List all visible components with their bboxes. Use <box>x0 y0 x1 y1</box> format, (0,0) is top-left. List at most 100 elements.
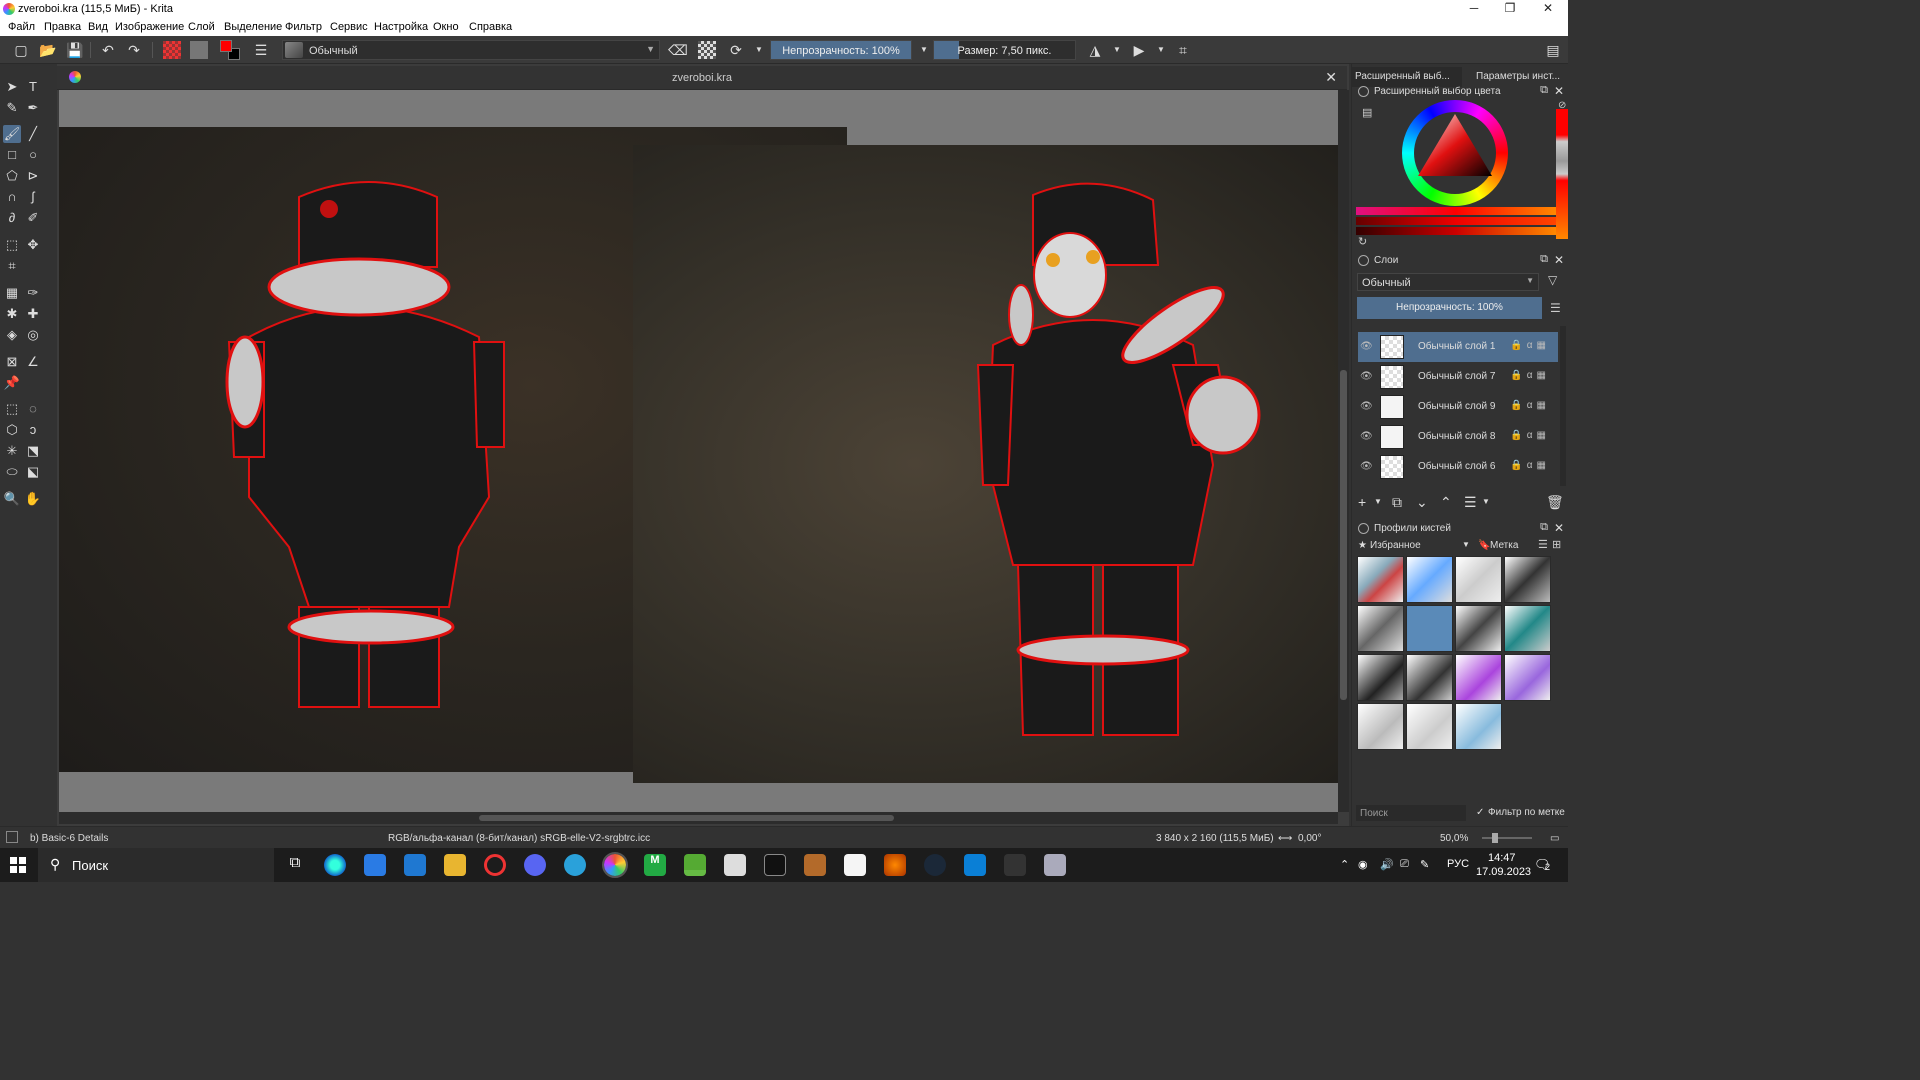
hue-ring[interactable] <box>1402 100 1508 206</box>
volume-icon[interactable]: 🔊 <box>1380 858 1394 871</box>
steam-icon[interactable] <box>924 854 946 876</box>
blend-mode-combo[interactable]: Обычный ▼ <box>282 40 660 60</box>
eye-icon[interactable]: 👁 <box>1360 431 1373 443</box>
minecraft-icon[interactable] <box>684 854 706 876</box>
measure-tool-icon[interactable]: ∠ <box>24 353 42 371</box>
explorer-icon[interactable] <box>444 854 466 876</box>
network-app-icon[interactable] <box>964 854 986 876</box>
similar-select-icon[interactable]: ⬔ <box>24 442 42 460</box>
menu-select[interactable]: Выделение <box>224 21 282 33</box>
workspace-icon[interactable]: ▤ <box>1544 41 1562 59</box>
preserve-alpha-icon[interactable] <box>698 41 716 59</box>
chevron-down-icon[interactable]: ▼ <box>1482 497 1490 506</box>
contiguous-select-icon[interactable]: ✳ <box>3 442 21 460</box>
brush-preset-smudge-2[interactable] <box>1504 654 1551 701</box>
brush-preset-ink[interactable] <box>1504 556 1551 603</box>
fg-bg-color-swatch[interactable] <box>220 40 240 60</box>
color-strip-3[interactable] <box>1356 227 1556 235</box>
polygon-select-icon[interactable]: ⬡ <box>3 421 21 439</box>
mirror-horizontal-icon[interactable]: ◮ <box>1086 41 1104 59</box>
move-layer-up-icon[interactable]: ⌃ <box>1440 494 1452 511</box>
reload-preset-icon[interactable]: ⟳ <box>727 41 745 59</box>
add-layer-icon[interactable]: + <box>1358 494 1366 510</box>
assistant-tool-icon[interactable]: ⊠ <box>3 353 21 371</box>
text-tool-icon[interactable]: T <box>24 78 42 96</box>
krita-taskbar-icon[interactable] <box>602 852 628 878</box>
close-docker-icon[interactable]: ✕ <box>1554 521 1564 535</box>
tag-button[interactable]: 🔖 Метка <box>1478 538 1530 554</box>
maximize-button[interactable]: ❐ <box>1490 1 1530 17</box>
pan-tool-icon[interactable]: ✋ <box>24 490 42 508</box>
open-document-icon[interactable]: 📂 <box>39 41 57 59</box>
layer-row[interactable]: 👁 Обычный слой 6 🔒α▦ <box>1358 452 1558 482</box>
chevron-down-icon[interactable]: ▼ <box>1152 41 1170 59</box>
layer-row[interactable]: 👁 Обычный слой 9 🔒α▦ <box>1358 392 1558 422</box>
float-docker-icon[interactable]: ⧉ <box>1540 84 1548 97</box>
menu-filter[interactable]: Фильтр <box>285 21 322 33</box>
saturation-triangle[interactable] <box>1410 108 1500 198</box>
float-docker-icon[interactable]: ⧉ <box>1540 253 1548 266</box>
epic-games-icon[interactable] <box>764 854 786 876</box>
brush-settings-icon[interactable]: ☰ <box>252 41 270 59</box>
polyline-tool-icon[interactable]: ⊳ <box>24 167 42 185</box>
discord-icon[interactable] <box>524 854 546 876</box>
menu-layer[interactable]: Слой <box>188 21 215 33</box>
gradient-tool-icon[interactable]: ▦ <box>3 284 21 302</box>
roblox-icon[interactable] <box>724 854 746 876</box>
layer-lock-icon[interactable]: 🔒α▦ <box>1510 370 1550 381</box>
pen-icon[interactable]: ✎ <box>1420 858 1429 871</box>
layer-filter-icon[interactable]: ▽ <box>1548 273 1557 287</box>
app-icon-2[interactable] <box>1044 854 1066 876</box>
brush-preset-eraser[interactable] <box>1357 556 1404 603</box>
tray-overflow-icon[interactable]: ⌃ <box>1340 858 1349 871</box>
brush-preset-airbrush[interactable] <box>1455 556 1502 603</box>
menu-settings[interactable]: Настройка <box>374 21 428 33</box>
chevron-down-icon[interactable]: ▼ <box>750 41 768 59</box>
network-icon[interactable]: ⎚ <box>1400 858 1409 871</box>
move-layer-down-icon[interactable]: ⌄ <box>1416 494 1428 511</box>
freehand-brush-icon[interactable]: 🖌 <box>3 125 21 143</box>
brush-presets-settings-icon[interactable]: ⊞ <box>1552 538 1561 551</box>
opacity-slider[interactable]: Непрозрачность: 100% <box>770 40 912 60</box>
clock-time[interactable]: 14:47 <box>1488 852 1516 864</box>
delete-layer-icon[interactable]: 🗑 <box>1546 494 1564 511</box>
zoom-tool-icon[interactable]: 🔍 <box>3 490 21 508</box>
eye-icon[interactable]: 👁 <box>1360 401 1373 413</box>
freehand-select-icon[interactable]: ↄ <box>24 421 42 439</box>
color-picker-icon[interactable]: ✑ <box>24 284 42 302</box>
size-slider[interactable]: Размер: 7,50 пикс. <box>933 40 1076 60</box>
layer-menu-icon[interactable]: ☰ <box>1550 301 1561 315</box>
magnetic-select-icon[interactable]: ⬕ <box>24 463 42 481</box>
filter-by-tag-checkbox[interactable]: ✓ Фильтр по метке <box>1476 807 1570 821</box>
fl-studio-icon[interactable] <box>884 854 906 876</box>
move-tool-icon[interactable]: ✥ <box>24 236 42 254</box>
reference-images-icon[interactable]: 📌 <box>3 374 21 392</box>
edge-icon[interactable] <box>324 854 346 876</box>
color-history[interactable] <box>1556 109 1568 239</box>
crop-tool-icon[interactable]: ⌗ <box>3 257 21 275</box>
brush-tag-combo[interactable]: ★ Избранное ▼ <box>1356 538 1472 554</box>
camera-tray-icon[interactable]: ◉ <box>1358 858 1368 871</box>
chevron-down-icon[interactable]: ▼ <box>1108 41 1126 59</box>
no-color-icon[interactable]: ⊘ <box>1558 100 1566 111</box>
close-docker-icon[interactable]: ✕ <box>1554 84 1564 98</box>
rectangle-tool-icon[interactable]: □ <box>3 146 21 164</box>
menu-file[interactable]: Файл <box>8 21 35 33</box>
chevron-down-icon[interactable]: ▼ <box>1374 497 1382 506</box>
mint-icon[interactable]: M <box>644 854 666 876</box>
mail-icon[interactable] <box>404 854 426 876</box>
color-strip-2[interactable] <box>1356 217 1556 225</box>
menu-help[interactable]: Справка <box>469 21 512 33</box>
app-icon[interactable] <box>1004 854 1026 876</box>
menu-image[interactable]: Изображение <box>115 21 184 33</box>
brush-preset-bristles[interactable] <box>1357 654 1404 701</box>
pattern-icon[interactable] <box>190 41 208 59</box>
undo-icon[interactable]: ↶ <box>99 41 117 59</box>
brush-preset-soft-2[interactable] <box>1406 703 1453 750</box>
brush-preset-smudge-1[interactable] <box>1455 654 1502 701</box>
smart-patch-icon[interactable]: ✚ <box>24 305 42 323</box>
transform-tool-icon[interactable]: ⬚ <box>3 236 21 254</box>
brush-preset-marker[interactable] <box>1455 605 1502 652</box>
layer-row[interactable]: 👁 Обычный слой 1 🔒α▦ <box>1358 332 1558 362</box>
colorize-mask-icon[interactable]: ✱ <box>3 305 21 323</box>
